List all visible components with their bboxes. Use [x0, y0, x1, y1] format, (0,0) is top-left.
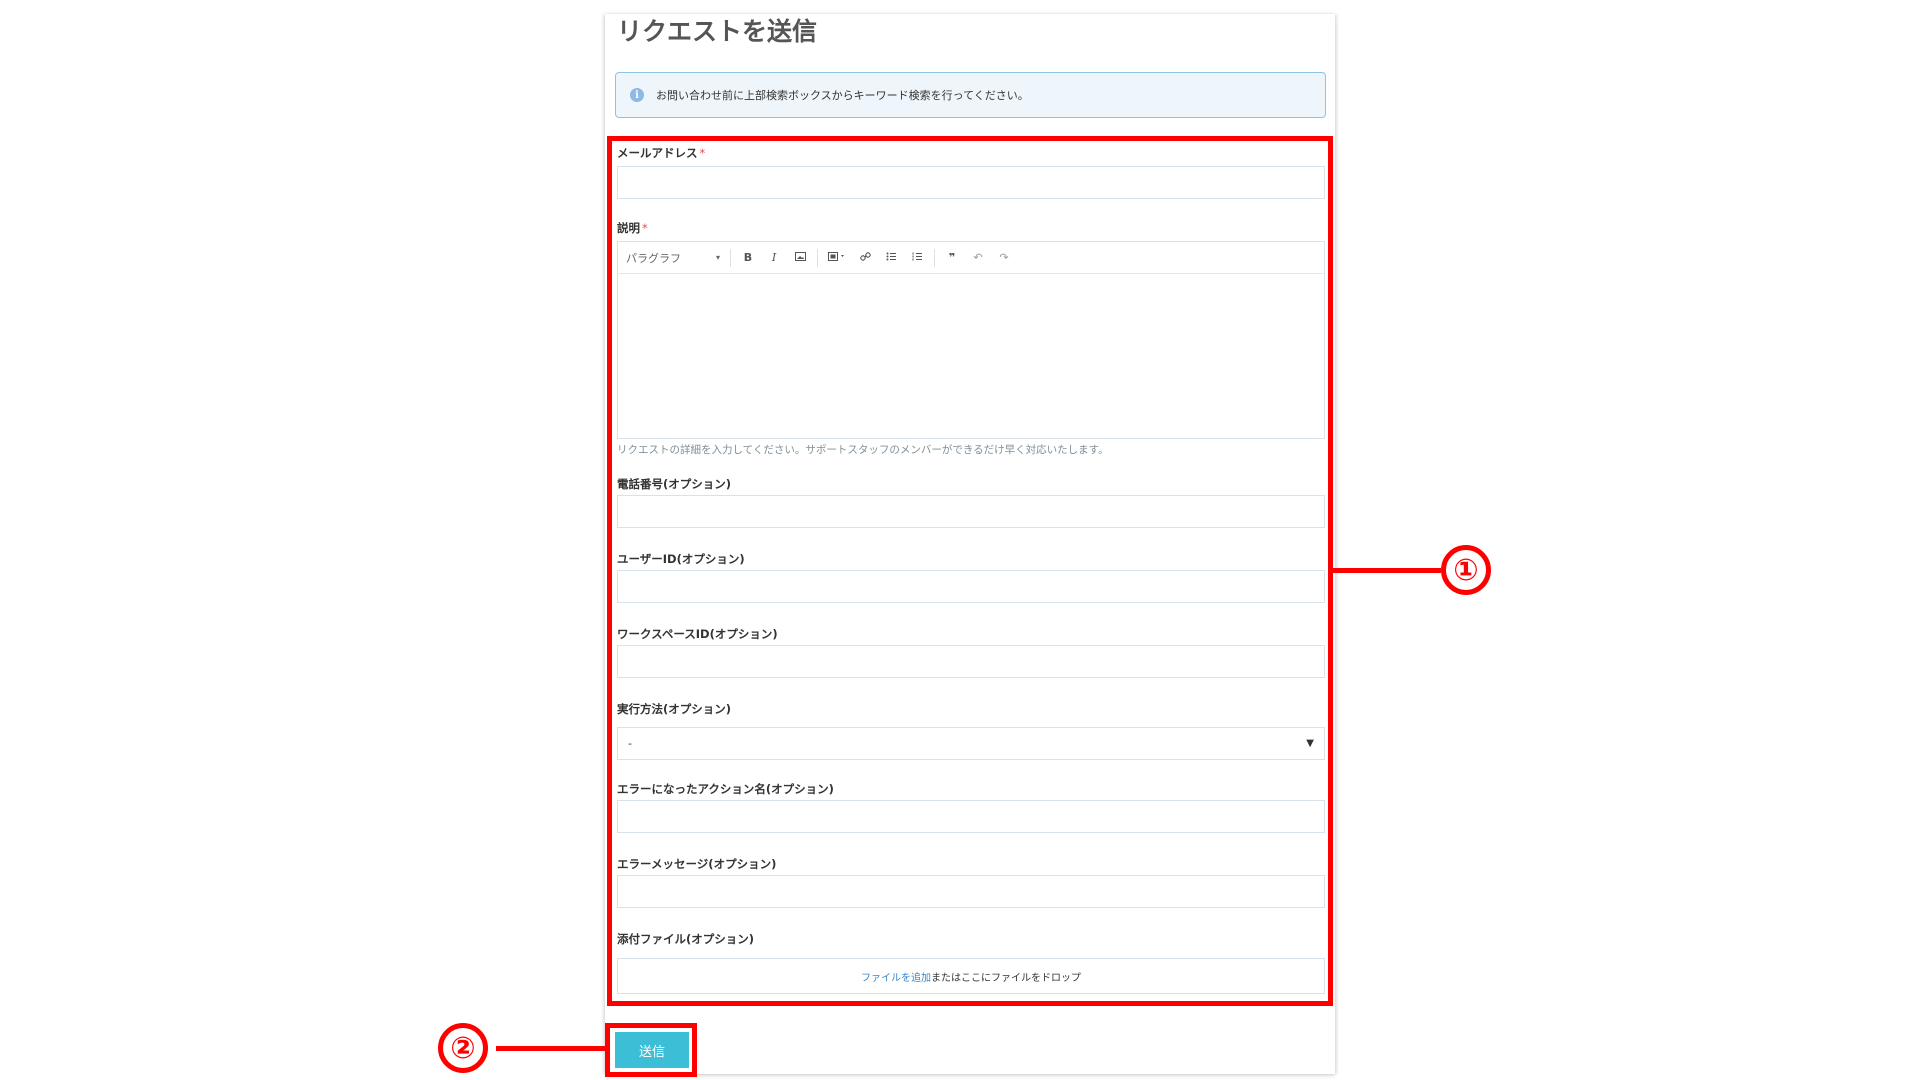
callout-two-badge: ② — [438, 1023, 488, 1073]
error-action-label: エラーになったアクション名(オプション) — [617, 782, 834, 796]
image-icon[interactable] — [787, 251, 813, 264]
numbered-list-icon[interactable] — [904, 251, 930, 264]
required-mark: * — [642, 221, 648, 235]
callout-two-line — [496, 1046, 605, 1051]
toolbar-divider — [730, 248, 731, 267]
add-file-link[interactable]: ファイルを追加 — [861, 969, 931, 984]
email-label: メールアドレス * — [617, 146, 706, 160]
phone-field[interactable] — [617, 495, 1325, 528]
exec-method-select[interactable]: - ▼ — [617, 727, 1325, 760]
search-notice: i お問い合わせ前に上部検索ボックスからキーワード検索を行ってください。 — [615, 72, 1326, 118]
info-icon: i — [630, 88, 644, 102]
quote-icon[interactable]: ❞ — [939, 251, 965, 264]
bold-button[interactable]: B — [735, 251, 761, 264]
toolbar-divider — [817, 248, 818, 267]
workspace-id-field[interactable] — [617, 645, 1325, 678]
attachment-dropzone[interactable]: ファイルを追加 またはここにファイルをドロップ — [617, 958, 1325, 994]
description-editor[interactable]: パラグラフ ▾ B I ❞ ↶ ↷ — [617, 241, 1325, 439]
media-icon[interactable] — [822, 251, 852, 264]
dropzone-text: またはここにファイルをドロップ — [931, 972, 1081, 984]
exec-method-value: - — [628, 737, 632, 750]
workspace-id-label: ワークスペースID(オプション) — [617, 627, 778, 641]
caret-down-icon: ▼ — [1306, 738, 1314, 749]
user-id-label: ユーザーID(オプション) — [617, 552, 745, 566]
link-icon[interactable] — [852, 251, 878, 265]
description-label: 説明 * — [617, 221, 648, 235]
submit-button[interactable]: 送信 — [615, 1032, 689, 1068]
user-id-field[interactable] — [617, 570, 1325, 603]
undo-icon[interactable]: ↶ — [965, 251, 991, 264]
italic-button[interactable]: I — [761, 251, 787, 264]
attachment-label: 添付ファイル(オプション) — [617, 932, 755, 946]
callout-one-line — [1333, 568, 1441, 573]
toolbar-divider — [934, 248, 935, 267]
email-field[interactable] — [617, 166, 1325, 199]
description-help-text: リクエストの詳細を入力してください。サポートスタッフのメンバーができるだけ早く対… — [617, 444, 1109, 456]
error-action-field[interactable] — [617, 800, 1325, 833]
callout-one-badge: ① — [1441, 545, 1491, 595]
error-message-field[interactable] — [617, 875, 1325, 908]
exec-method-label: 実行方法(オプション) — [617, 702, 732, 716]
editor-toolbar: パラグラフ ▾ B I ❞ ↶ ↷ — [618, 242, 1324, 274]
paragraph-select[interactable]: パラグラフ ▾ — [626, 250, 726, 266]
bulleted-list-icon[interactable] — [878, 251, 904, 264]
required-mark: * — [699, 146, 706, 160]
phone-label: 電話番号(オプション) — [617, 477, 732, 491]
chevron-down-icon: ▾ — [715, 253, 720, 262]
error-message-label: エラーメッセージ(オプション) — [617, 857, 777, 871]
redo-icon[interactable]: ↷ — [991, 251, 1017, 264]
notice-text: お問い合わせ前に上部検索ボックスからキーワード検索を行ってください。 — [656, 89, 1029, 102]
page-title: リクエストを送信 — [617, 17, 818, 46]
